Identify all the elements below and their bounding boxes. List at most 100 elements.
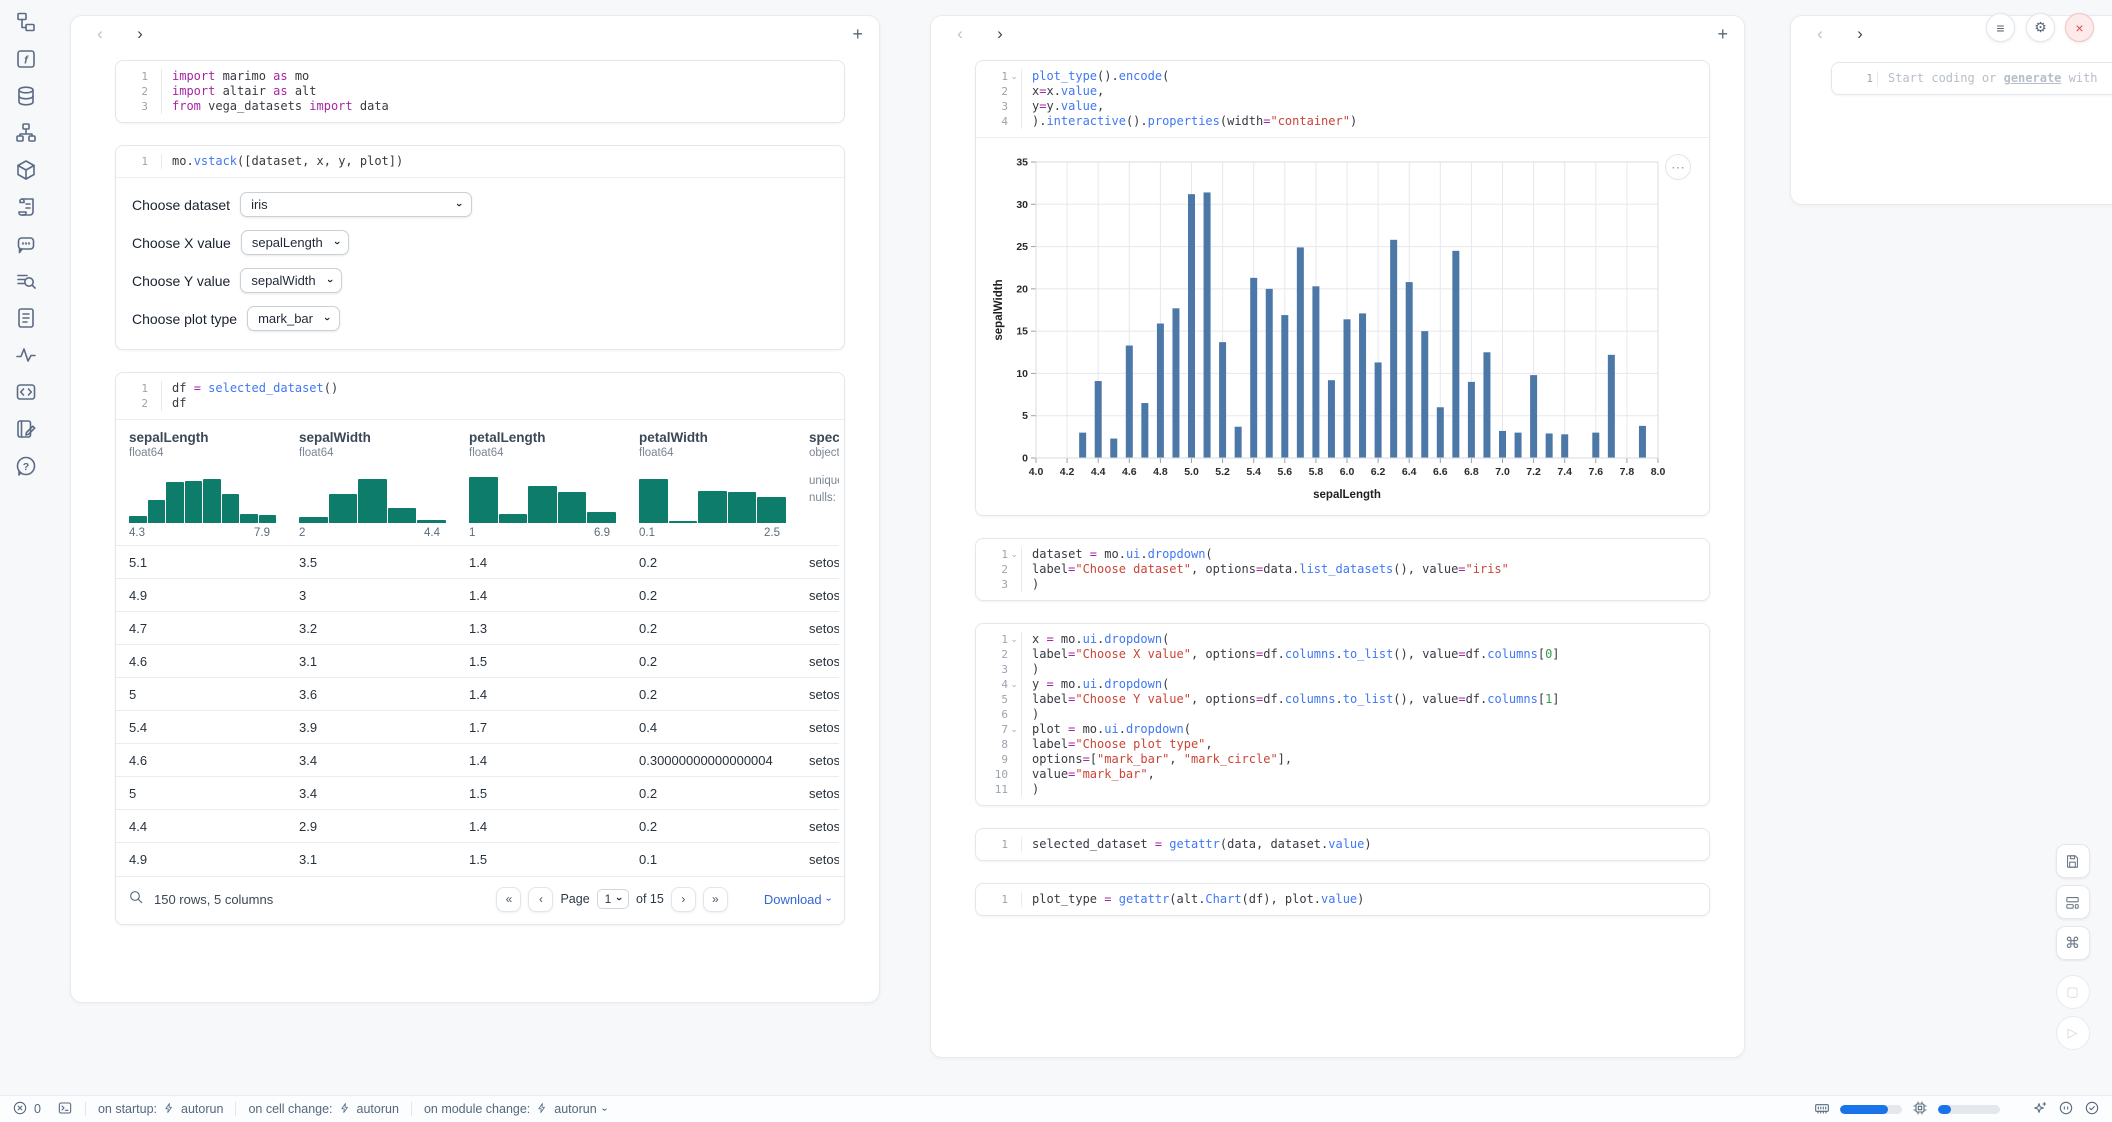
dataset-select[interactable]: iris› xyxy=(240,192,472,217)
panel-forward-icon[interactable]: › xyxy=(1847,24,1873,44)
editor-placeholder[interactable]: Start coding or generate with xyxy=(1888,71,2098,86)
code-line[interactable]: 2 label="Choose dataset", options=data.l… xyxy=(986,562,1699,577)
code-line[interactable]: 2 label="Choose X value", options=df.col… xyxy=(986,647,1699,662)
help-icon[interactable]: ? xyxy=(14,454,38,478)
dataset-label: Choose dataset xyxy=(132,197,230,213)
code-cell-imports[interactable]: 1import marimo as mo2import altair as al… xyxy=(115,60,845,123)
empty-code-cell[interactable]: 1 Start coding or generate with xyxy=(1831,62,2112,95)
packages-icon[interactable] xyxy=(14,158,38,182)
code-line[interactable]: 5 label="Choose Y value", options=df.col… xyxy=(986,692,1699,707)
snippets-icon[interactable] xyxy=(14,380,38,404)
download-button[interactable]: Download› xyxy=(764,892,830,907)
search-icon[interactable] xyxy=(128,889,144,910)
code-cell-vstack[interactable]: 1mo.vstack([dataset, x, y, plot]) Choose… xyxy=(115,145,845,350)
chat-icon[interactable] xyxy=(14,232,38,256)
dependency-graph-icon[interactable] xyxy=(14,121,38,145)
code-line[interactable]: 1df = selected_dataset() xyxy=(126,381,834,396)
on-cell-change-toggle[interactable]: on cell change: autorun xyxy=(248,1102,399,1117)
code-line[interactable]: 2import altair as alt xyxy=(126,84,834,99)
settings-button[interactable]: ⚙ xyxy=(2026,13,2055,42)
code-line[interactable]: 2df xyxy=(126,396,834,411)
code-cell-plot[interactable]: 1›plot_type().encode(2 x=x.value,3 y=y.v… xyxy=(975,60,1710,516)
code-line[interactable]: 2 x=x.value, xyxy=(986,84,1699,99)
code-line[interactable]: 1›plot_type().encode( xyxy=(986,69,1699,84)
column-header[interactable]: sepalLengthfloat644.37.9 xyxy=(116,420,286,546)
code-line[interactable]: 1›dataset = mo.ui.dropdown( xyxy=(986,547,1699,562)
code-line[interactable]: 4›y = mo.ui.dropdown( xyxy=(986,677,1699,692)
documentation-icon[interactable] xyxy=(14,306,38,330)
first-page-button[interactable]: « xyxy=(496,887,521,912)
panel-back-icon[interactable]: ‹ xyxy=(947,24,973,44)
code-line[interactable]: 1plot_type = getattr(alt.Chart(df), plot… xyxy=(986,892,1699,907)
connection-status-button[interactable] xyxy=(2084,1100,2100,1119)
code-line[interactable]: 3) xyxy=(986,662,1699,677)
layout-button[interactable] xyxy=(2056,885,2090,919)
functions-icon[interactable]: f xyxy=(14,47,38,71)
code-cell-selected-dataset[interactable]: 1selected_dataset = getattr(data, datase… xyxy=(975,828,1710,861)
logs-icon[interactable] xyxy=(14,269,38,293)
table-cell: 1.4 xyxy=(456,744,626,777)
add-cell-button[interactable]: + xyxy=(852,25,863,43)
table-cell: 1.4 xyxy=(456,579,626,612)
keyboard-shortcuts-button[interactable]: ⌘ xyxy=(2056,926,2090,960)
code-line[interactable]: 1selected_dataset = getattr(data, datase… xyxy=(986,837,1699,852)
code-line[interactable]: 3) xyxy=(986,577,1699,592)
copilot-button[interactable] xyxy=(2058,1100,2074,1119)
code-cell-dataframe[interactable]: 1df = selected_dataset()2df sepalLengthf… xyxy=(115,372,845,925)
save-button[interactable] xyxy=(2056,844,2090,878)
error-indicator[interactable]: 0 xyxy=(12,1100,41,1119)
code-line[interactable]: 10 value="mark_bar", xyxy=(986,767,1699,782)
code-line[interactable]: 4).interactive().properties(width="conta… xyxy=(986,114,1699,129)
chart-output[interactable]: ⋯ 4.04.24.44.64.85.05.25.45.65.86.06.26.… xyxy=(976,137,1709,515)
code-cell-dataset-dropdown[interactable]: 1›dataset = mo.ui.dropdown(2 label="Choo… xyxy=(975,538,1710,601)
panel-forward-icon[interactable]: › xyxy=(987,24,1013,44)
chart-menu-button[interactable]: ⋯ xyxy=(1665,154,1691,180)
svg-text:6.8: 6.8 xyxy=(1464,466,1479,478)
panel-back-icon[interactable]: ‹ xyxy=(1807,24,1833,44)
page-select[interactable]: 1› xyxy=(597,889,629,909)
plot-type-select[interactable]: mark_bar› xyxy=(247,306,340,331)
code-line[interactable]: 11) xyxy=(986,782,1699,797)
notebook-icon[interactable] xyxy=(14,417,38,441)
table-cell: 0.4 xyxy=(626,711,796,744)
svg-text:7.2: 7.2 xyxy=(1526,466,1541,478)
prev-page-button[interactable]: ‹ xyxy=(528,887,553,912)
last-page-button[interactable]: » xyxy=(703,887,728,912)
code-line[interactable]: 8 label="Choose plot type", xyxy=(986,737,1699,752)
column-header[interactable]: sepalWidthfloat6424.4 xyxy=(286,420,456,546)
x-value-select[interactable]: sepalLength› xyxy=(241,230,350,255)
on-startup-toggle[interactable]: on startup: autorun xyxy=(98,1102,223,1117)
panel-forward-icon[interactable]: › xyxy=(127,24,153,44)
next-page-button[interactable]: › xyxy=(671,887,696,912)
code-line[interactable]: 3from vega_datasets import data xyxy=(126,99,834,114)
ai-sparkle-button[interactable] xyxy=(2032,1100,2048,1119)
code-cell-plot-type[interactable]: 1plot_type = getattr(alt.Chart(df), plot… xyxy=(975,883,1710,916)
generate-link[interactable]: generate xyxy=(2004,71,2062,85)
on-module-change-toggle[interactable]: on module change: autorun › xyxy=(424,1102,606,1117)
y-value-select[interactable]: sepalWidth› xyxy=(240,268,342,293)
code-line[interactable]: 1mo.vstack([dataset, x, y, plot]) xyxy=(126,154,834,169)
run-button[interactable]: ▷ xyxy=(2056,1016,2090,1050)
code-line[interactable]: 7›plot = mo.ui.dropdown( xyxy=(986,722,1699,737)
line-number: 3 xyxy=(986,99,1022,114)
tracing-icon[interactable] xyxy=(14,343,38,367)
stop-button[interactable]: ▢ xyxy=(2056,975,2090,1009)
column-header[interactable]: petalWidthfloat640.12.5 xyxy=(626,420,796,546)
file-tree-icon[interactable] xyxy=(14,10,38,34)
code-line[interactable]: 6) xyxy=(986,707,1699,722)
column-header[interactable]: speciesobjectunique:nulls: xyxy=(796,420,839,546)
datasources-icon[interactable] xyxy=(14,84,38,108)
scratchpad-icon[interactable] xyxy=(14,195,38,219)
close-button[interactable]: × xyxy=(2065,13,2094,42)
code-line[interactable]: 9 options=["mark_bar", "mark_circle"], xyxy=(986,752,1699,767)
terminal-button[interactable] xyxy=(57,1100,73,1119)
panel-back-icon[interactable]: ‹ xyxy=(87,24,113,44)
code-line[interactable]: 3 y=y.value, xyxy=(986,99,1699,114)
code-cell-xy-plot-dropdowns[interactable]: 1›x = mo.ui.dropdown(2 label="Choose X v… xyxy=(975,623,1710,806)
code-line[interactable]: 1import marimo as mo xyxy=(126,69,834,84)
menu-button[interactable]: ≡ xyxy=(1986,13,2015,42)
altair-bar-chart[interactable]: 4.04.24.44.64.85.05.25.45.65.86.06.26.46… xyxy=(990,148,1678,506)
column-header[interactable]: petalLengthfloat6416.9 xyxy=(456,420,626,546)
add-cell-button[interactable]: + xyxy=(1717,25,1728,43)
code-line[interactable]: 1›x = mo.ui.dropdown( xyxy=(986,632,1699,647)
